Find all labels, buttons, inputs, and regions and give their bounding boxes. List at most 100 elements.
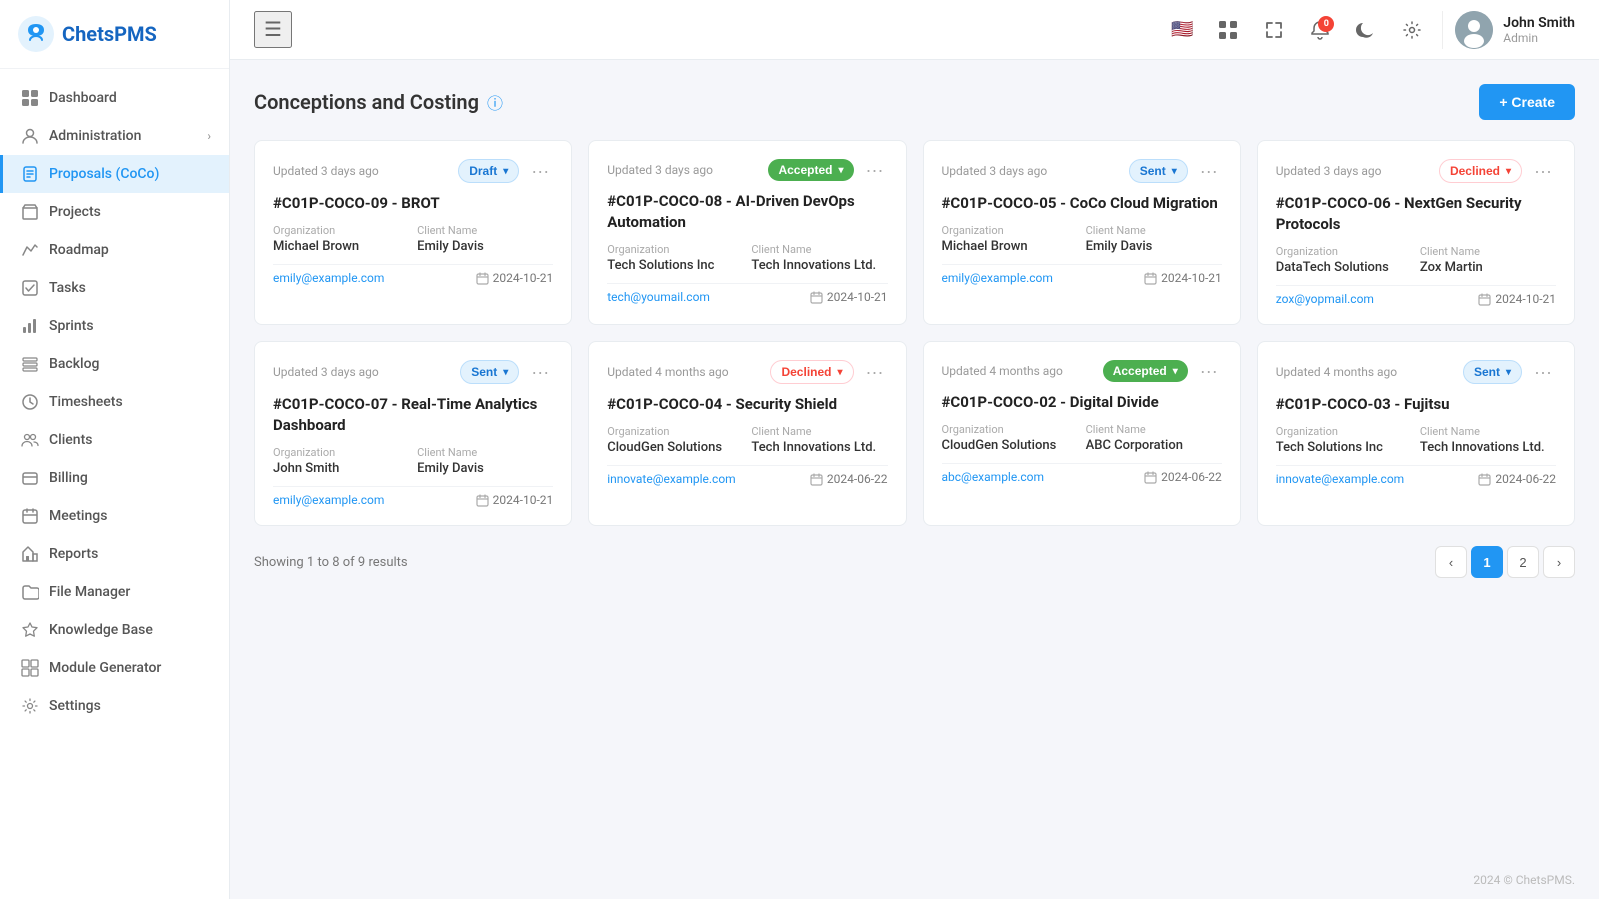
status-badge[interactable]: Sent ▾ xyxy=(460,360,519,384)
more-options-button[interactable]: ··· xyxy=(862,161,888,179)
page-title-row: Conceptions and Costing ⓘ xyxy=(254,90,503,114)
footer-text: 2024 © ChetsPMS. xyxy=(1473,873,1575,887)
create-button[interactable]: + Create xyxy=(1479,84,1575,120)
more-options-button[interactable]: ··· xyxy=(1196,362,1222,380)
page-1-button[interactable]: 1 xyxy=(1471,546,1503,578)
sidebar-item-roadmap[interactable]: Roadmap xyxy=(0,231,229,269)
card-title: #C01P-COCO-09 - BROT xyxy=(273,193,553,214)
status-badge[interactable]: Declined ▾ xyxy=(1439,159,1522,183)
sidebar: ChetsPMS Dashboard Administration › Prop… xyxy=(0,0,230,899)
card-header: Updated 3 days ago Sent ▾ ··· xyxy=(273,360,553,384)
fullscreen-icon[interactable] xyxy=(1258,14,1290,46)
sidebar-item-administration[interactable]: Administration › xyxy=(0,117,229,155)
calendar-icon xyxy=(476,272,489,285)
sidebar-item-dashboard[interactable]: Dashboard xyxy=(0,79,229,117)
logo-icon xyxy=(18,16,54,52)
card-header-right: Declined ▾ ··· xyxy=(1439,159,1556,183)
status-badge[interactable]: Draft ▾ xyxy=(458,159,519,183)
status-badge[interactable]: Sent ▾ xyxy=(1463,360,1522,384)
more-options-button[interactable]: ··· xyxy=(1530,162,1556,180)
org-label: Organization xyxy=(273,446,409,459)
card-fields: Organization CloudGen Solutions Client N… xyxy=(942,423,1222,453)
card-email[interactable]: innovate@example.com xyxy=(607,472,735,486)
card-email[interactable]: zox@yopmail.com xyxy=(1276,292,1374,306)
sidebar-label-clients: Clients xyxy=(49,432,92,448)
flag-icon[interactable]: 🇺🇸 xyxy=(1166,14,1198,46)
sidebar-item-timesheets[interactable]: Timesheets xyxy=(0,383,229,421)
sidebar-item-reports[interactable]: Reports xyxy=(0,535,229,573)
proposal-card: Updated 3 days ago Draft ▾ ··· #C01P-COC… xyxy=(254,140,572,325)
card-header: Updated 3 days ago Declined ▾ ··· xyxy=(1276,159,1556,183)
card-email[interactable]: emily@example.com xyxy=(273,493,384,507)
sidebar-item-knowledge-base[interactable]: Knowledge Base xyxy=(0,611,229,649)
more-options-button[interactable]: ··· xyxy=(527,162,553,180)
more-options-button[interactable]: ··· xyxy=(862,363,888,381)
more-options-button[interactable]: ··· xyxy=(1196,162,1222,180)
sidebar-label-module-generator: Module Generator xyxy=(49,660,161,676)
card-email[interactable]: innovate@example.com xyxy=(1276,472,1404,486)
dark-mode-icon[interactable] xyxy=(1350,14,1382,46)
hamburger-button[interactable]: ☰ xyxy=(254,11,292,48)
sidebar-label-knowledge-base: Knowledge Base xyxy=(49,622,153,638)
page-2-button[interactable]: 2 xyxy=(1507,546,1539,578)
administration-arrow: › xyxy=(207,129,211,143)
card-fields: Organization John Smith Client Name Emil… xyxy=(273,446,553,476)
sidebar-navigation: Dashboard Administration › Proposals (Co… xyxy=(0,69,229,899)
card-title: #C01P-COCO-07 - Real-Time Analytics Dash… xyxy=(273,394,553,436)
next-page-button[interactable]: › xyxy=(1543,546,1575,578)
status-badge[interactable]: Declined ▾ xyxy=(770,360,853,384)
sidebar-label-roadmap: Roadmap xyxy=(49,242,109,258)
card-fields: Organization Tech Solutions Inc Client N… xyxy=(1276,425,1556,455)
client-value: Tech Innovations Ltd. xyxy=(751,440,887,455)
more-options-button[interactable]: ··· xyxy=(527,363,553,381)
logo[interactable]: ChetsPMS xyxy=(0,0,229,69)
user-profile[interactable]: John Smith Admin xyxy=(1442,11,1575,49)
card-email[interactable]: abc@example.com xyxy=(942,470,1045,484)
sidebar-item-module-generator[interactable]: Module Generator xyxy=(0,649,229,687)
sidebar-item-billing[interactable]: Billing xyxy=(0,459,229,497)
card-header: Updated 4 months ago Sent ▾ ··· xyxy=(1276,360,1556,384)
card-updated: Updated 3 days ago xyxy=(942,164,1048,178)
sidebar-item-sprints[interactable]: Sprints xyxy=(0,307,229,345)
client-value: Zox Martin xyxy=(1420,260,1556,275)
notification-bell-icon[interactable]: 0 xyxy=(1304,14,1336,46)
card-date: 2024-10-21 xyxy=(476,493,554,507)
card-header: Updated 3 days ago Sent ▾ ··· xyxy=(942,159,1222,183)
pagination-info: Showing 1 to 8 of 9 results xyxy=(254,555,408,570)
card-header-right: Sent ▾ ··· xyxy=(1463,360,1556,384)
prev-page-button[interactable]: ‹ xyxy=(1435,546,1467,578)
card-email[interactable]: emily@example.com xyxy=(942,271,1053,285)
sidebar-item-projects[interactable]: Projects xyxy=(0,193,229,231)
more-options-button[interactable]: ··· xyxy=(1530,363,1556,381)
card-footer: emily@example.com 2024-10-21 xyxy=(273,486,553,507)
calendar-icon xyxy=(476,494,489,507)
apps-icon[interactable] xyxy=(1212,14,1244,46)
sidebar-item-settings[interactable]: Settings xyxy=(0,687,229,725)
status-badge[interactable]: Accepted ▾ xyxy=(768,159,853,181)
projects-icon xyxy=(21,203,39,221)
org-field: Organization CloudGen Solutions xyxy=(942,423,1078,453)
backlog-icon xyxy=(21,355,39,373)
tasks-icon xyxy=(21,279,39,297)
client-value: Tech Innovations Ltd. xyxy=(1420,440,1556,455)
info-icon[interactable]: ⓘ xyxy=(487,90,503,114)
status-badge[interactable]: Accepted ▾ xyxy=(1103,360,1188,382)
sidebar-item-backlog[interactable]: Backlog xyxy=(0,345,229,383)
sidebar-label-billing: Billing xyxy=(49,470,88,486)
client-field: Client Name Zox Martin xyxy=(1420,245,1556,275)
sidebar-item-clients[interactable]: Clients xyxy=(0,421,229,459)
knowledge-base-icon xyxy=(21,621,39,639)
sidebar-label-timesheets: Timesheets xyxy=(49,394,123,410)
status-badge[interactable]: Sent ▾ xyxy=(1129,159,1188,183)
card-date: 2024-10-21 xyxy=(1144,271,1222,285)
settings-gear-icon[interactable] xyxy=(1396,14,1428,46)
header: ☰ 🇺🇸 0 xyxy=(230,0,1599,60)
card-email[interactable]: emily@example.com xyxy=(273,271,384,285)
card-email[interactable]: tech@youmail.com xyxy=(607,290,710,304)
card-header-right: Accepted ▾ ··· xyxy=(768,159,887,181)
sidebar-item-tasks[interactable]: Tasks xyxy=(0,269,229,307)
org-field: Organization Michael Brown xyxy=(273,224,409,254)
sidebar-item-proposals[interactable]: Proposals (CoCo) xyxy=(0,155,229,193)
sidebar-item-file-manager[interactable]: File Manager xyxy=(0,573,229,611)
sidebar-item-meetings[interactable]: Meetings xyxy=(0,497,229,535)
